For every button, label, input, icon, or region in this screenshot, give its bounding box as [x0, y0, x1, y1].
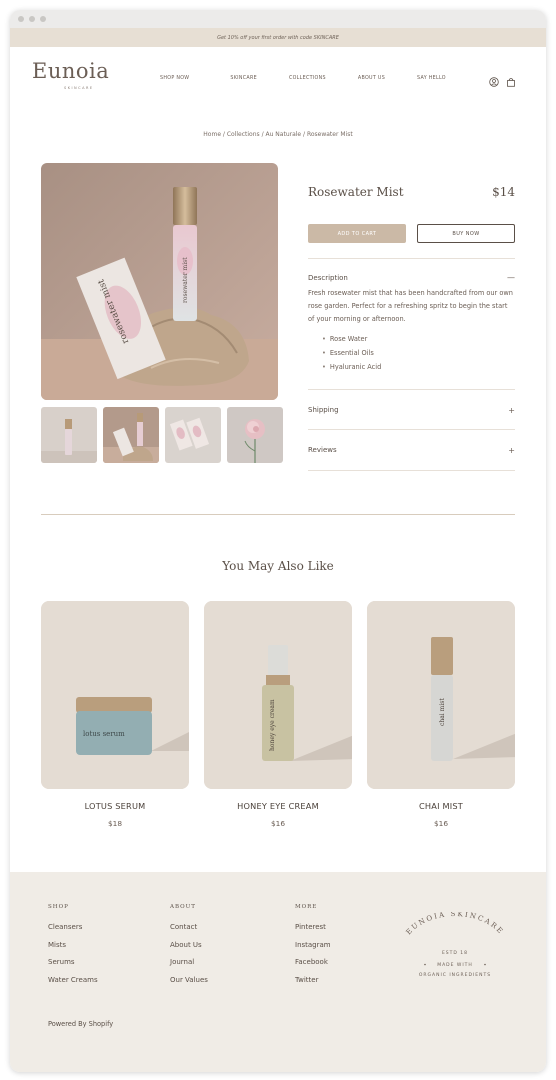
product-card[interactable]: chai mist CHAI MIST $16: [367, 601, 515, 828]
expand-icon[interactable]: +: [508, 406, 515, 415]
seal-estd: ESTD 18: [442, 950, 468, 956]
footer-heading: ABOUT: [170, 904, 196, 910]
product-card-name[interactable]: LOTUS SERUM: [41, 801, 189, 811]
brand-sub: SKINCARE: [64, 86, 94, 90]
window-dot[interactable]: [40, 16, 46, 22]
product-card[interactable]: honey eye cream HONEY EYE CREAM $16: [204, 601, 352, 828]
announcement-text: Get 10% off your first order with code S…: [217, 34, 339, 41]
footer-link[interactable]: Contact: [170, 919, 208, 937]
product-card-image[interactable]: chai mist: [367, 601, 515, 789]
brand-name: Eunoia: [32, 59, 110, 83]
shipping-header[interactable]: Shipping +: [308, 390, 515, 430]
footer-link[interactable]: Cleansers: [48, 919, 98, 937]
main-nav: SHOP NOW SKINCARE COLLECTIONS ABOUT US S…: [160, 76, 446, 81]
section-divider: [41, 514, 515, 515]
nav-about-us[interactable]: ABOUT US: [358, 76, 385, 81]
footer-link[interactable]: Facebook: [295, 954, 331, 972]
also-like-heading: You May Also Like: [222, 559, 334, 573]
seal-line2: ORGANIC INGREDIENTS: [419, 972, 491, 978]
browser-chrome: [10, 10, 546, 28]
thumbnail-box-bottle[interactable]: [103, 407, 159, 463]
product-title: Rosewater Mist: [308, 185, 404, 199]
footer-link[interactable]: Journal: [170, 954, 208, 972]
expand-icon[interactable]: +: [508, 446, 515, 455]
collapse-icon[interactable]: —: [507, 273, 515, 282]
breadcrumb[interactable]: Home / Collections / Au Naturale / Rosew…: [10, 131, 546, 138]
footer-link[interactable]: Serums: [48, 954, 98, 972]
site-header: Eunoia SKINCARE SHOP NOW SKINCARE COLLEC…: [10, 47, 546, 115]
browser-window: Get 10% off your first order with code S…: [10, 10, 546, 1072]
reviews-header[interactable]: Reviews +: [308, 430, 515, 470]
shipping-label: Shipping: [308, 406, 339, 414]
footer-shop: SHOP Cleansers Mists Serums Water Creams: [48, 904, 98, 989]
footer-heading: SHOP: [48, 904, 69, 910]
footer-about: ABOUT Contact About Us Journal Our Value…: [170, 904, 208, 989]
footer-more: MORE Pinterest Instagram Facebook Twitte…: [295, 904, 331, 989]
footer-heading: MORE: [295, 904, 318, 910]
description-text: Fresh rosewater mist that has been handc…: [308, 289, 513, 323]
accordion-description: Description — Fresh rosewater mist that …: [308, 258, 515, 374]
thumbnail-rose[interactable]: [227, 407, 283, 463]
nav-collections[interactable]: COLLECTIONS: [289, 76, 326, 81]
site-footer: SHOP Cleansers Mists Serums Water Creams…: [10, 872, 546, 1072]
thumbnail-boxes[interactable]: [165, 407, 221, 463]
product-card-image[interactable]: lotus serum: [41, 601, 189, 789]
product-card-image[interactable]: honey eye cream: [204, 601, 352, 789]
seal-arc-text: EUNOIA SKINCARE: [405, 910, 504, 936]
product-main-image[interactable]: rosewater mist rosewater mist: [41, 163, 278, 400]
ingredient-list: Rose Water Essential Oils Hyaluranic Aci…: [308, 332, 515, 374]
buy-now-button[interactable]: BUY NOW: [417, 224, 515, 243]
accordion-reviews: Reviews +: [308, 429, 515, 471]
list-item: Hyaluranic Acid: [322, 360, 515, 374]
reviews-label: Reviews: [308, 446, 337, 454]
brand-seal: EUNOIA SKINCARE ESTD 18 MADE WITH ORGANI…: [395, 910, 515, 982]
add-to-cart-button[interactable]: ADD TO CART: [308, 224, 406, 243]
window-dot[interactable]: [18, 16, 24, 22]
product-card-name[interactable]: CHAI MIST: [367, 801, 515, 811]
jar-label: lotus serum: [83, 730, 125, 738]
bottle-label: rosewater mist: [182, 257, 189, 303]
seal-line1: MADE WITH: [437, 962, 473, 968]
window-dot[interactable]: [29, 16, 35, 22]
announcement-bar: Get 10% off your first order with code S…: [10, 28, 546, 47]
footer-link[interactable]: About Us: [170, 937, 208, 955]
product-card[interactable]: lotus serum LOTUS SERUM $18: [41, 601, 189, 828]
product-card-name[interactable]: HONEY EYE CREAM: [204, 801, 352, 811]
bottle-label: chai mist: [439, 698, 446, 726]
brand-logo[interactable]: Eunoia SKINCARE: [32, 59, 110, 95]
footer-link[interactable]: Mists: [48, 937, 98, 955]
product-card-price: $18: [107, 819, 123, 828]
list-item: Rose Water: [322, 332, 515, 346]
list-item: Essential Oils: [322, 346, 515, 360]
nav-shop-now[interactable]: SHOP NOW: [160, 76, 189, 81]
nav-skincare[interactable]: SKINCARE: [230, 76, 257, 81]
bottle-label: honey eye cream: [269, 699, 276, 751]
footer-link[interactable]: Water Creams: [48, 972, 98, 990]
powered-by[interactable]: Powered By Shopify: [48, 1020, 113, 1028]
account-icon[interactable]: [489, 72, 499, 87]
nav-say-hello[interactable]: SAY HELLO: [417, 76, 446, 81]
bag-icon[interactable]: [506, 72, 516, 87]
footer-link[interactable]: Pinterest: [295, 919, 331, 937]
product-thumbnails: [41, 407, 283, 463]
accordion-shipping: Shipping +: [308, 389, 515, 430]
product-card-price: $16: [270, 819, 286, 828]
footer-link[interactable]: Our Values: [170, 972, 208, 990]
svg-text:EUNOIA SKINCARE: EUNOIA SKINCARE: [405, 912, 506, 936]
thumbnail-bottle[interactable]: [41, 407, 97, 463]
product-card-price: $16: [433, 819, 449, 828]
product-price: $14: [492, 185, 515, 199]
footer-link[interactable]: Instagram: [295, 937, 331, 955]
footer-link[interactable]: Twitter: [295, 972, 331, 990]
description-label: Description: [308, 273, 348, 282]
header-icons: [489, 72, 516, 87]
